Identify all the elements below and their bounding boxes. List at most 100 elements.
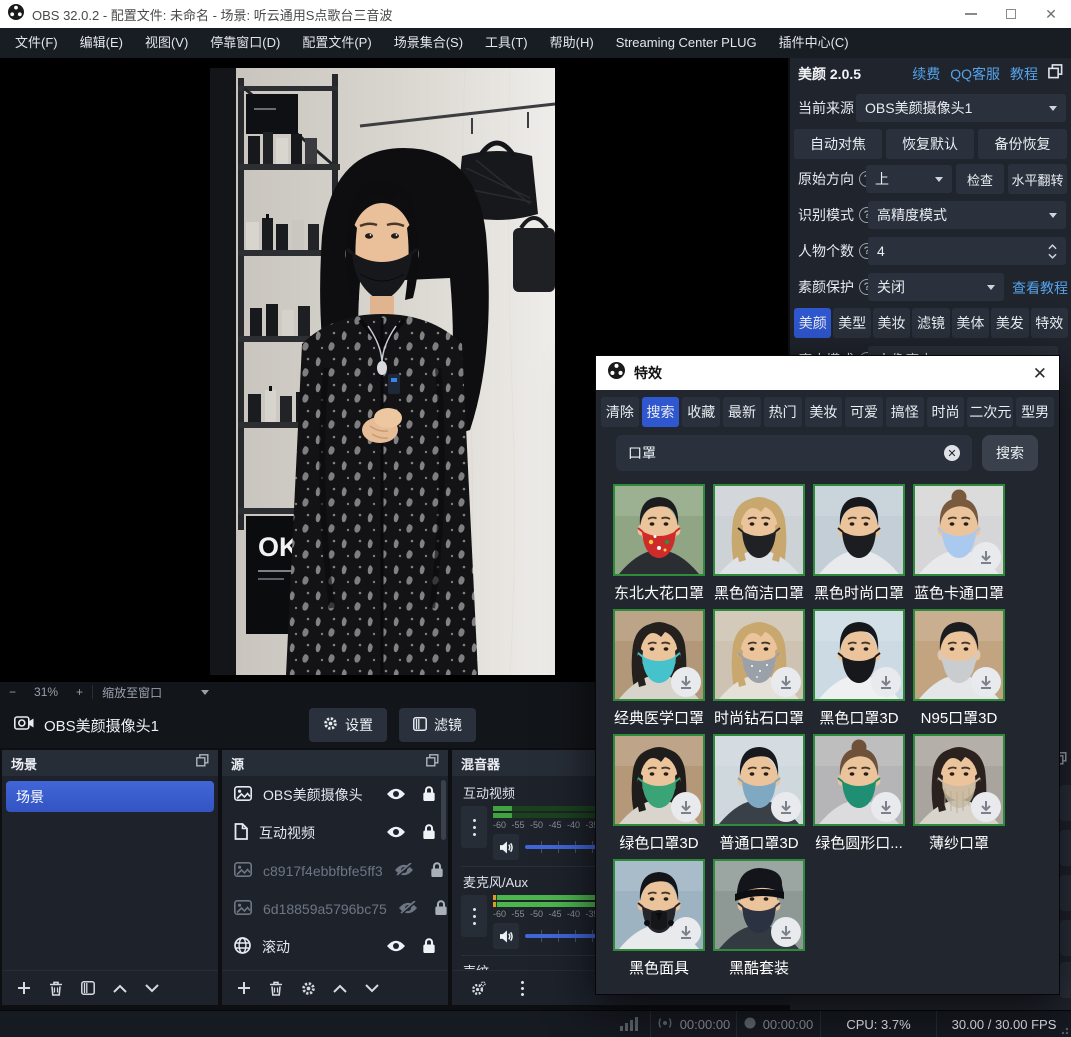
effect-item[interactable]: 黑酷套装 xyxy=(709,859,809,984)
edge-dock-button[interactable] xyxy=(1060,830,1071,866)
download-icon[interactable] xyxy=(971,792,1001,822)
scene-item[interactable]: 场景 xyxy=(6,781,214,812)
minimize-button[interactable] xyxy=(951,0,991,28)
menu-item[interactable]: 工具(T) xyxy=(474,28,539,58)
download-icon[interactable] xyxy=(871,792,901,822)
menu-item[interactable]: Streaming Center PLUG xyxy=(605,28,768,58)
maximize-button[interactable] xyxy=(991,0,1031,28)
count-down-button[interactable] xyxy=(1048,253,1057,259)
person-count-input[interactable]: 4 xyxy=(868,237,1066,265)
edge-dock-button[interactable] xyxy=(1060,962,1071,998)
search-button[interactable]: 搜索 xyxy=(982,435,1038,471)
beauty-tab[interactable]: 美颜 xyxy=(794,308,831,338)
source-scrollbar[interactable] xyxy=(441,780,446,840)
effect-tab[interactable]: 搜索 xyxy=(642,397,680,427)
download-icon[interactable] xyxy=(671,917,701,947)
qq-support-link[interactable]: QQ客服 xyxy=(950,64,1000,84)
edge-dock-button[interactable] xyxy=(1060,785,1071,821)
protect-select[interactable]: 关闭 xyxy=(868,273,1004,301)
effect-item[interactable]: 普通口罩3D xyxy=(709,734,809,859)
source-properties-button[interactable] xyxy=(294,975,322,1001)
beauty-tab[interactable]: 美妆 xyxy=(873,308,910,338)
dialog-close-button[interactable]: ✕ xyxy=(1033,365,1047,382)
mixer-menu-button[interactable] xyxy=(508,975,536,1001)
lock-toggle[interactable] xyxy=(434,899,448,919)
menu-item[interactable]: 帮助(H) xyxy=(539,28,605,58)
visibility-toggle[interactable] xyxy=(386,825,406,842)
edge-dock-button[interactable] xyxy=(1060,920,1071,956)
beauty-tab[interactable]: 美发 xyxy=(991,308,1028,338)
lock-toggle[interactable] xyxy=(422,823,436,843)
zoom-out-button[interactable]: − xyxy=(0,685,25,699)
effect-tab[interactable]: 二次元 xyxy=(967,397,1013,427)
effect-tab[interactable]: 搞怪 xyxy=(886,397,924,427)
kebab-menu-button[interactable] xyxy=(461,895,487,937)
settings-button[interactable]: 设置 xyxy=(309,708,387,742)
effect-item[interactable]: 蓝色卡通口罩 xyxy=(909,484,1009,609)
effect-thumbnail[interactable] xyxy=(913,609,1005,701)
mute-button[interactable] xyxy=(493,834,519,860)
effect-item[interactable]: 绿色口罩3D xyxy=(609,734,709,859)
popout-icon[interactable] xyxy=(1048,64,1063,84)
filters-button[interactable]: 滤镜 xyxy=(399,708,476,742)
visibility-toggle[interactable] xyxy=(394,863,414,880)
download-icon[interactable] xyxy=(671,667,701,697)
flip-horizontal-button[interactable]: 水平翻转 xyxy=(1008,164,1067,194)
effect-tab[interactable]: 美妆 xyxy=(805,397,843,427)
menu-item[interactable]: 场景集合(S) xyxy=(383,28,474,58)
effect-thumbnail[interactable] xyxy=(913,734,1005,826)
visibility-toggle[interactable] xyxy=(398,901,418,918)
effect-thumbnail[interactable] xyxy=(913,484,1005,576)
restore-default-button[interactable]: 恢复默认 xyxy=(886,129,974,159)
autofocus-button[interactable]: 自动对焦 xyxy=(794,129,882,159)
chevron-down-icon[interactable] xyxy=(201,690,209,695)
effect-item[interactable]: 薄纱口罩 xyxy=(909,734,1009,859)
popout-icon[interactable] xyxy=(196,754,209,772)
lock-toggle[interactable] xyxy=(422,937,436,957)
source-row[interactable]: 互动视频 xyxy=(222,814,448,852)
effect-thumbnail[interactable] xyxy=(813,734,905,826)
effect-thumbnail[interactable] xyxy=(613,484,705,576)
effect-thumbnail[interactable] xyxy=(713,609,805,701)
menu-item[interactable]: 编辑(E) xyxy=(69,28,134,58)
orientation-select[interactable]: 上 xyxy=(866,165,952,193)
effect-thumbnail[interactable] xyxy=(613,859,705,951)
download-icon[interactable] xyxy=(771,917,801,947)
add-scene-button[interactable] xyxy=(10,975,38,1001)
lock-toggle[interactable] xyxy=(430,861,444,881)
download-icon[interactable] xyxy=(871,667,901,697)
check-button[interactable]: 检查 xyxy=(956,164,1004,194)
effect-search-input[interactable]: 口罩 ✕ xyxy=(616,435,972,471)
effect-thumbnail[interactable] xyxy=(813,609,905,701)
effect-item[interactable]: 黑色时尚口罩 xyxy=(809,484,909,609)
move-down-button[interactable] xyxy=(138,975,166,1001)
source-row[interactable]: 6d18859a5796bc75 xyxy=(222,890,448,928)
resize-grip[interactable] xyxy=(1061,1027,1069,1035)
effect-item[interactable]: N95口罩3D xyxy=(909,609,1009,734)
scenes-header[interactable]: 场景 xyxy=(2,750,218,776)
effect-tab[interactable]: 收藏 xyxy=(682,397,720,427)
sources-header[interactable]: 源 xyxy=(222,750,448,776)
menu-item[interactable]: 文件(F) xyxy=(4,28,69,58)
effect-thumbnail[interactable] xyxy=(713,734,805,826)
effect-item[interactable]: 绿色圆形口... xyxy=(809,734,909,859)
source-row[interactable]: 滚动 xyxy=(222,928,448,966)
mute-button[interactable] xyxy=(493,923,519,949)
current-source-select[interactable]: OBS美颜摄像头1 xyxy=(856,94,1066,122)
effect-tab[interactable]: 型男 xyxy=(1016,397,1054,427)
move-up-button[interactable] xyxy=(326,975,354,1001)
beauty-tab[interactable]: 特效 xyxy=(1031,308,1068,338)
backup-restore-button[interactable]: 备份恢复 xyxy=(978,129,1067,159)
move-down-button[interactable] xyxy=(358,975,386,1001)
menu-item[interactable]: 插件中心(C) xyxy=(768,28,860,58)
effect-item[interactable]: 经典医学口罩 xyxy=(609,609,709,734)
tutorial-link[interactable]: 教程 xyxy=(1010,64,1038,84)
clear-search-icon[interactable]: ✕ xyxy=(944,445,960,461)
fit-to-window-select[interactable]: 缩放至窗口 xyxy=(93,684,171,701)
popout-icon[interactable] xyxy=(426,754,439,772)
count-up-button[interactable] xyxy=(1048,244,1057,250)
download-icon[interactable] xyxy=(671,792,701,822)
close-button[interactable]: ✕ xyxy=(1031,0,1071,28)
effect-item[interactable]: 东北大花口罩 xyxy=(609,484,709,609)
dialog-titlebar[interactable]: 特效 ✕ xyxy=(596,356,1059,390)
